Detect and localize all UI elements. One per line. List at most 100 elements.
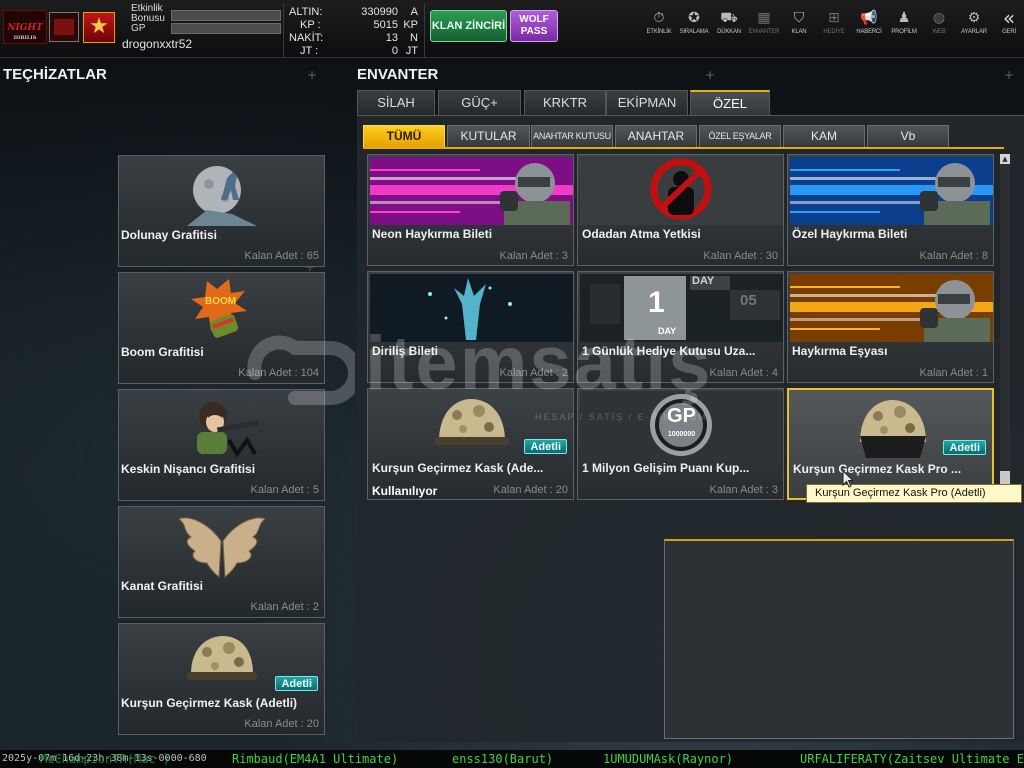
tab-power[interactable]: GÜÇ+	[438, 90, 521, 116]
globe-icon: ◍	[932, 10, 946, 26]
nav-back[interactable]: «GERİ	[991, 6, 1024, 40]
tab-equipment[interactable]: EKİPMAN	[606, 90, 688, 116]
day-side-number: 05	[740, 292, 757, 309]
item-quantity: Kalan Adet : 3	[709, 484, 779, 496]
nav-label: ETKİNLİK	[646, 29, 672, 35]
logo-subtext: DIRILIS	[13, 35, 37, 41]
megaphone-icon: 📢	[860, 10, 878, 26]
currency-gold: ALTIN: 330990 A	[289, 6, 418, 18]
subtab-key-box[interactable]: ANAHTAR KUTUSU	[531, 125, 613, 148]
kick-permission-icon	[580, 157, 783, 225]
tab-character[interactable]: KRKTR	[524, 90, 606, 116]
scrollbar-thumb[interactable]	[1000, 471, 1010, 485]
nav-globe[interactable]: ◍ WEB	[921, 10, 957, 40]
item-name: Kurşun Geçirmez Kask (Adetli)	[121, 696, 298, 710]
shield-icon: ⛉	[793, 10, 805, 26]
clan-emblem[interactable]	[49, 12, 79, 42]
inventory-title: ENVANTER	[357, 66, 439, 83]
game-logo: NIGHT DIRILIS	[3, 10, 47, 44]
gp-bar	[171, 23, 281, 34]
nav-stopwatch[interactable]: ⏱ ETKİNLİK	[641, 10, 677, 40]
equipment-item[interactable]: Kurşun Geçirmez Kask (Adetli) Kalan Adet …	[118, 623, 325, 735]
cart-icon: ⛟	[720, 10, 738, 26]
equipment-item[interactable]: Kanat Grafitisi Kalan Adet : 2	[118, 506, 325, 618]
nav-label: ENVANTER	[748, 29, 780, 35]
inventory-item[interactable]: DAY 1 DAY 05 1 Günlük Hediye Kutusu Uza... Ka…	[577, 271, 784, 383]
item-name: Diriliş Bileti	[372, 344, 439, 358]
username: drogonxxtr52	[122, 37, 193, 51]
item-name: 1 Günlük Hediye Kutusu Uza...	[582, 344, 756, 358]
ticker-message: McChampionTR(Mac )	[40, 752, 171, 766]
nav-megaphone[interactable]: 📢 HABERCİ	[851, 10, 887, 40]
item-quantity: Kalan Adet : 20	[493, 484, 568, 496]
nav-inventory[interactable]: ▦ ENVANTER	[746, 10, 782, 40]
item-name: Boom Grafitisi	[121, 345, 204, 359]
subtab-other[interactable]: Vb	[867, 125, 949, 148]
sniper-graffiti-icon	[177, 394, 267, 462]
helmet-icon	[177, 628, 267, 696]
equipment-item[interactable]: BOOM Boom Grafitisi Kalan Adet : 104	[118, 272, 325, 384]
equipment-item[interactable]: Dolunay Grafitisi Kalan Adet : 65	[118, 155, 325, 267]
stopwatch-icon: ⏱	[653, 10, 665, 26]
nav-shield[interactable]: ⛉ KLAN	[781, 10, 817, 40]
item-quantity: Kalan Adet : 104	[238, 367, 319, 379]
currency-panel: ALTIN: 330990 A KP :5015 KP NAKİT: 13 N JT :0…	[283, 3, 425, 57]
subtab-cam[interactable]: KAM	[783, 125, 865, 148]
wolf-pass-label-1: WOLF	[519, 14, 549, 25]
nav-profile[interactable]: ♟ PROFİLM	[886, 10, 922, 40]
day-number: 1	[648, 286, 665, 319]
nav-gear[interactable]: ⚙ AYARLAR	[956, 10, 992, 40]
item-name: Odadan Atma Yetkisi	[582, 227, 701, 241]
clan-chain-button[interactable]: KLAN ZİNCİRİ	[430, 10, 507, 42]
scrollbar-track[interactable]	[1000, 154, 1010, 484]
medal-icon: ✪	[688, 10, 700, 26]
rank-star-icon: ★	[83, 12, 115, 43]
inventory-item[interactable]: Kurşun Geçirmez Kask (Ade... Kalan Adet :…	[367, 388, 574, 500]
scroll-up-arrow-icon[interactable]: ▲	[1000, 154, 1010, 164]
item-quantity: Kalan Adet : 3	[499, 250, 569, 262]
item-tooltip: Kurşun Geçirmez Kask Pro (Adetli)	[806, 484, 1022, 503]
adetli-badge: Adetli	[943, 436, 986, 455]
nav-label: HEDİYE	[823, 29, 845, 35]
day-label: DAY	[658, 326, 677, 336]
inventory-item[interactable]: Neon Haykırma Bileti Kalan Adet : 3	[367, 154, 574, 266]
subtab-underline	[363, 147, 1004, 149]
inventory-item[interactable]: Diriliş Bileti Kalan Adet : 2	[367, 271, 574, 383]
item-quantity: Kalan Adet : 30	[703, 250, 778, 262]
inventory-item[interactable]: GP 1000000 1 Milyon Gelişim Puanı Kup... Ka…	[577, 388, 784, 500]
subtab-key[interactable]: ANAHTAR	[615, 125, 697, 148]
nav-medal[interactable]: ✪ SIRALAMA	[676, 10, 712, 40]
subtab-special-items[interactable]: ÖZEL EŞYALAR	[699, 125, 781, 148]
nav-cart[interactable]: ⛟ DÜKKAN	[711, 10, 747, 40]
ticker-message: 1UMUDUMAsk(Raynor)	[603, 752, 734, 766]
wolf-pass-button[interactable]: WOLF PASS	[510, 10, 558, 42]
equipment-item[interactable]: Keskin Nişancı Grafitisi Kalan Adet : 5	[118, 389, 325, 501]
tab-special[interactable]: ÖZEL	[690, 90, 770, 116]
item-quantity: Kalan Adet : 4	[709, 367, 779, 379]
back-icon: «	[1002, 6, 1016, 30]
tab-weapon[interactable]: SİLAH	[357, 90, 435, 116]
top-bar: NIGHT DIRILIS ★ Etkinlik Bonusu GP drogon…	[0, 0, 1024, 58]
item-name: 1 Milyon Gelişim Puanı Kup...	[582, 461, 750, 475]
wolf-pass-label-2: PASS	[520, 26, 548, 37]
item-name: Dolunay Grafitisi	[121, 228, 218, 242]
nav-gift[interactable]: ⊞ HEDİYE	[816, 10, 852, 40]
mouse-cursor-icon	[842, 470, 854, 488]
item-quantity: Kalan Adet : 2	[250, 601, 320, 613]
neon-shout-ticket-icon	[370, 157, 573, 225]
item-name: Neon Haykırma Bileti	[372, 227, 493, 241]
inventory-item[interactable]: Özel Haykırma Bileti Kalan Adet : 8	[787, 154, 994, 266]
nav-label: WEB	[932, 29, 946, 35]
item-quantity: Kalan Adet : 65	[244, 250, 319, 262]
item-name: Keskin Nişancı Grafitisi	[121, 462, 256, 476]
subtab-all[interactable]: TÜMÜ	[363, 125, 445, 148]
gift-icon: ⊞	[828, 10, 840, 26]
logo-text: NIGHT	[7, 23, 43, 33]
badge-label: Adetli	[943, 440, 986, 455]
subtab-boxes[interactable]: KUTULAR	[447, 125, 530, 148]
inventory-item[interactable]: Haykırma Eşyası Kalan Adet : 1	[787, 271, 994, 383]
nav-label: HABERCİ	[856, 29, 882, 35]
inventory-item[interactable]: Odadan Atma Yetkisi Kalan Adet : 30	[577, 154, 784, 266]
nav-label: PROFİLM	[891, 29, 917, 35]
item-name: Kanat Grafitisi	[121, 579, 204, 593]
